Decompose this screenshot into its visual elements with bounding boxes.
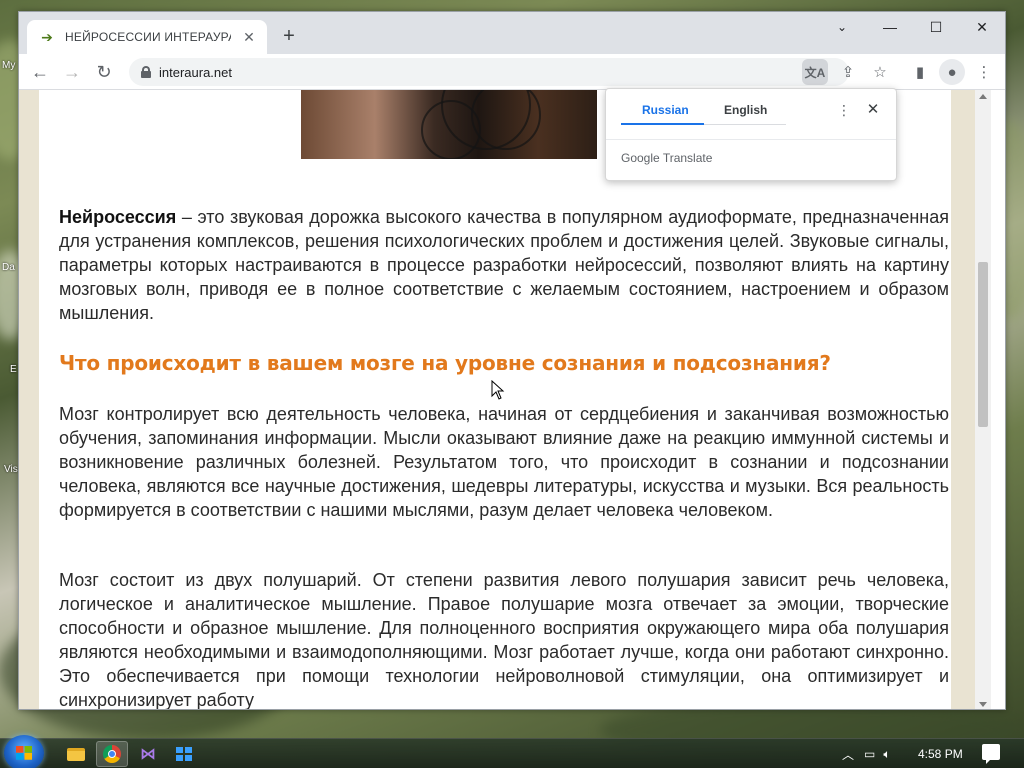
close-icon[interactable]: ✕	[241, 29, 257, 46]
tab-english[interactable]: English	[724, 103, 767, 117]
hero-image	[301, 90, 597, 159]
active-tab-indicator	[621, 123, 704, 125]
close-window-button[interactable]: ✕	[959, 12, 1005, 42]
browser-toolbar: ← → ↻ interaura.net 文A ⇪ ☆ ▮ ● ⋮	[19, 54, 1005, 90]
page-viewport[interactable]: Нейросессия – это звуковая дорожка высок…	[19, 90, 991, 710]
side-panel-button[interactable]: ▮	[907, 59, 933, 85]
profile-button[interactable]: ●	[939, 59, 965, 85]
explorer-icon	[67, 747, 85, 761]
notifications-icon[interactable]	[982, 744, 1000, 764]
network-icon[interactable]: ▭	[864, 747, 875, 761]
mouse-cursor-icon	[491, 380, 505, 400]
taskbar: ⋈ ︿ ▭ 🔈︎ 4:58 PM	[0, 735, 1024, 768]
tab-strip: ➔ НЕЙРОСЕССИИ ИНТЕРАУРА ✕ + ⌄ — ☐ ✕	[19, 12, 1005, 54]
translate-close-button[interactable]: ✕	[864, 101, 882, 119]
lock-icon[interactable]	[141, 66, 151, 78]
taskbar-visual-studio[interactable]: ⋈	[132, 741, 164, 767]
tab-russian[interactable]: Russian	[642, 103, 689, 117]
desktop-icon-label[interactable]: Vis	[4, 464, 18, 475]
address-bar[interactable]: interaura.net	[129, 58, 849, 86]
forward-icon: →	[63, 61, 81, 82]
menu-icon: ⋮	[976, 64, 992, 81]
section-heading: Что происходит в вашем мозге на уровне с…	[59, 351, 831, 375]
scroll-up-icon[interactable]	[979, 94, 987, 99]
share-button[interactable]: ⇪	[835, 59, 861, 85]
tab-title: НЕЙРОСЕССИИ ИНТЕРАУРА	[65, 30, 231, 44]
maximize-button[interactable]: ☐	[913, 12, 959, 42]
browser-menu-button[interactable]: ⋮	[971, 59, 997, 85]
store-icon	[176, 747, 192, 761]
visual-studio-icon: ⋈	[140, 746, 156, 763]
browser-tab[interactable]: ➔ НЕЙРОСЕССИИ ИНТЕРАУРА ✕	[27, 20, 267, 54]
page-scrollbar[interactable]	[975, 90, 991, 709]
profile-icon: ●	[947, 63, 957, 81]
more-vert-icon: ⋮	[837, 102, 851, 118]
minimize-icon: —	[883, 19, 897, 35]
taskbar-chrome[interactable]	[96, 741, 128, 767]
tab-search-button[interactable]: ⌄	[819, 12, 865, 42]
taskbar-explorer[interactable]	[60, 741, 92, 767]
reload-button[interactable]: ↻	[91, 59, 117, 85]
show-hidden-icons-icon[interactable]: ︿	[842, 746, 854, 763]
maximize-icon: ☐	[929, 18, 943, 35]
paragraph-hemispheres: Мозг состоит из двух полушарий. От степе…	[59, 570, 949, 710]
bookmark-button[interactable]: ☆	[867, 59, 893, 85]
translate-icon: 文A	[804, 65, 826, 80]
back-button[interactable]: ←	[27, 59, 53, 85]
desktop-icon-label[interactable]: Da	[2, 262, 15, 273]
popup-divider	[606, 139, 896, 140]
paragraph-brain-control: Мозг контролирует всю деятельность челов…	[59, 404, 949, 520]
scroll-down-icon[interactable]	[979, 702, 987, 707]
google-translate-brand: Google Translate	[621, 151, 713, 165]
tab-divider	[704, 124, 786, 125]
sidepanel-icon: ▮	[915, 64, 925, 81]
translate-button[interactable]: 文A	[802, 59, 828, 85]
intro-term: Нейросессия	[59, 207, 177, 227]
intro-paragraph: Нейросессия – это звуковая дорожка высок…	[59, 205, 949, 325]
desktop-icon-label[interactable]: My	[2, 60, 15, 71]
url-text[interactable]: interaura.net	[159, 65, 232, 80]
star-icon: ☆	[873, 64, 887, 81]
close-icon: ✕	[976, 18, 988, 35]
close-icon: ✕	[866, 101, 880, 118]
scrollbar-thumb[interactable]	[978, 262, 988, 427]
minimize-button[interactable]: —	[867, 12, 913, 42]
forward-button[interactable]: →	[59, 59, 85, 85]
volume-icon[interactable]: 🔈︎	[883, 747, 890, 762]
back-icon: ←	[31, 61, 49, 82]
plus-icon: +	[283, 25, 295, 47]
chevron-down-icon: ⌄	[836, 20, 848, 34]
share-icon: ⇪	[841, 64, 855, 81]
taskbar-store[interactable]	[168, 741, 200, 767]
chrome-icon	[103, 745, 121, 763]
page-margin-right	[951, 90, 975, 709]
page-margin-left	[19, 90, 39, 709]
system-tray: ︿ ▭ 🔈︎	[842, 739, 891, 768]
arrow-icon: ➔	[41, 28, 53, 45]
start-button[interactable]	[4, 735, 44, 768]
new-tab-button[interactable]: +	[277, 25, 301, 49]
intro-text: – это звуковая дорожка высокого качества…	[59, 207, 949, 323]
clock[interactable]: 4:58 PM	[918, 747, 963, 761]
translate-options-button[interactable]: ⋮	[836, 101, 852, 119]
translate-popup: Russian English ⋮ ✕ Google Translate	[605, 88, 897, 181]
desktop-icon-label[interactable]: E	[10, 364, 17, 375]
reload-icon: ↻	[96, 61, 112, 82]
